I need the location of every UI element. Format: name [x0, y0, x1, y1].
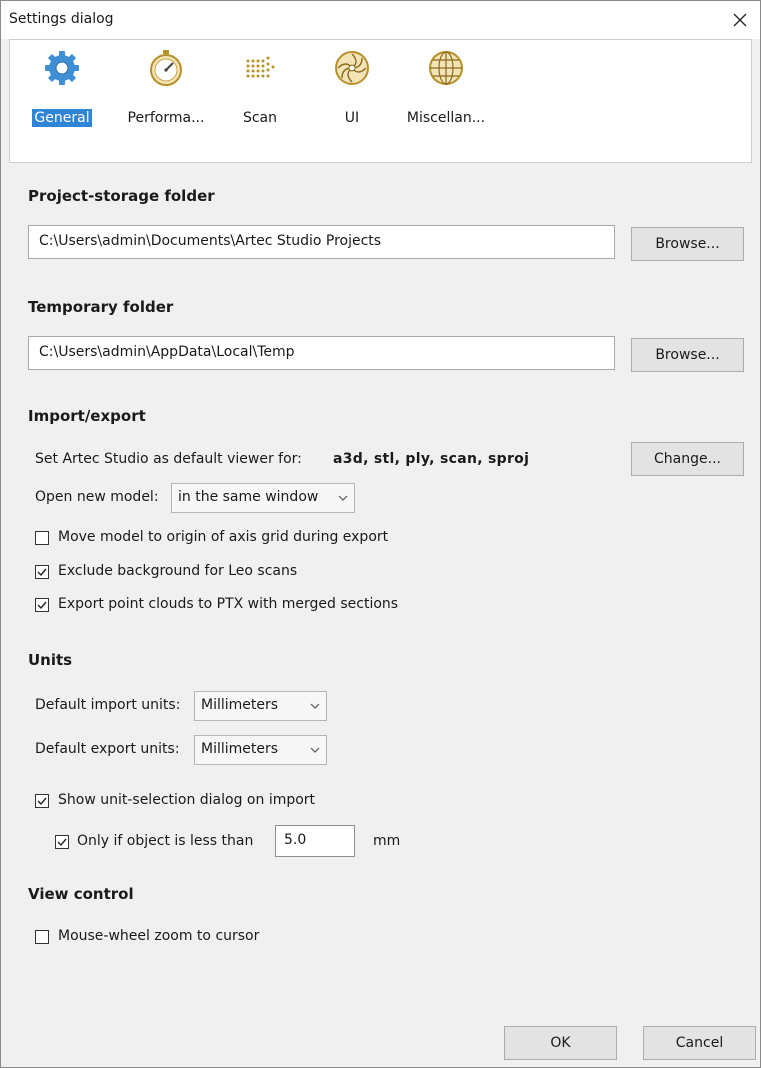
size-threshold-input[interactable]: 5.0: [275, 825, 355, 857]
default-export-units-value: Millimeters: [201, 741, 279, 757]
gear-icon: [45, 51, 79, 85]
chevron-down-icon: [310, 747, 320, 753]
window-title: Settings dialog: [9, 11, 114, 27]
show-unit-dialog-label: Show unit-selection dialog on import: [58, 792, 316, 808]
default-viewer-formats: a3d, stl, ply, scan, sproj: [333, 451, 530, 467]
mouse-wheel-zoom-checkbox[interactable]: [35, 930, 49, 944]
default-export-units-select[interactable]: Millimeters: [194, 735, 327, 765]
only-if-less-than-checkbox[interactable]: [55, 835, 69, 849]
tab-ui-label: UI: [344, 110, 360, 126]
default-viewer-label: Set Artec Studio as default viewer for:: [35, 451, 302, 467]
tab-general-label: General: [32, 109, 92, 127]
export-ptx-merged-label: Export point clouds to PTX with merged s…: [58, 596, 399, 612]
tab-ui[interactable]: UI: [304, 48, 400, 138]
default-import-units-select[interactable]: Millimeters: [194, 691, 327, 721]
settings-dialog: Settings dialog General Performa... Scan…: [0, 0, 761, 1068]
change-default-viewer-button[interactable]: Change...: [631, 442, 744, 476]
checkmark-icon: [57, 838, 67, 847]
mouse-wheel-zoom-label: Mouse-wheel zoom to cursor: [58, 928, 260, 944]
project-storage-browse-button[interactable]: Browse...: [631, 227, 744, 261]
move-to-origin-label: Move model to origin of axis grid during…: [58, 529, 389, 545]
tab-miscellaneous-label: Miscellan...: [406, 110, 486, 126]
move-to-origin-checkbox[interactable]: [35, 531, 49, 545]
tab-miscellaneous[interactable]: Miscellan...: [398, 48, 494, 138]
aperture-icon: [335, 51, 369, 85]
temporary-folder-path-field[interactable]: C:\Users\admin\AppData\Local\Temp: [28, 336, 615, 370]
only-if-less-than-label: Only if object is less than: [77, 833, 254, 849]
default-export-units-label: Default export units:: [35, 741, 180, 757]
view-control-title: View control: [28, 885, 134, 903]
import-export-title: Import/export: [28, 407, 146, 425]
tab-performance-label: Performa...: [127, 110, 205, 126]
project-storage-title: Project-storage folder: [28, 187, 215, 205]
checkmark-icon: [37, 601, 47, 610]
title-bar: Settings dialog: [1, 1, 760, 39]
cancel-button[interactable]: Cancel: [643, 1026, 756, 1060]
open-new-model-label: Open new model:: [35, 489, 159, 505]
close-icon: [733, 13, 747, 27]
checkmark-icon: [37, 568, 47, 577]
tab-general[interactable]: General: [14, 48, 110, 138]
open-new-model-select[interactable]: in the same window: [171, 483, 355, 513]
open-new-model-value: in the same window: [178, 489, 319, 505]
stopwatch-icon: [150, 50, 182, 86]
checkmark-icon: [37, 797, 47, 806]
tab-scan[interactable]: Scan: [212, 48, 308, 138]
show-unit-dialog-checkbox[interactable]: [35, 794, 49, 808]
export-ptx-merged-checkbox[interactable]: [35, 598, 49, 612]
chevron-down-icon: [338, 495, 348, 501]
project-storage-path-field[interactable]: C:\Users\admin\Documents\Artec Studio Pr…: [28, 225, 615, 259]
units-title: Units: [28, 651, 73, 669]
temporary-folder-title: Temporary folder: [28, 298, 174, 316]
close-button[interactable]: [720, 1, 760, 39]
tab-performance[interactable]: Performa...: [118, 48, 214, 138]
temporary-folder-browse-button[interactable]: Browse...: [631, 338, 744, 372]
settings-tab-bar: General Performa... Scan UI Miscellan...: [9, 39, 752, 163]
dot-grid-icon: [246, 56, 275, 78]
globe-icon: [429, 51, 463, 85]
exclude-background-checkbox[interactable]: [35, 565, 49, 579]
exclude-background-label: Exclude background for Leo scans: [58, 563, 298, 579]
default-import-units-label: Default import units:: [35, 697, 181, 713]
chevron-down-icon: [310, 703, 320, 709]
ok-button[interactable]: OK: [504, 1026, 617, 1060]
tab-scan-label: Scan: [242, 110, 278, 126]
default-import-units-value: Millimeters: [201, 697, 279, 713]
size-threshold-unit: mm: [373, 833, 401, 849]
